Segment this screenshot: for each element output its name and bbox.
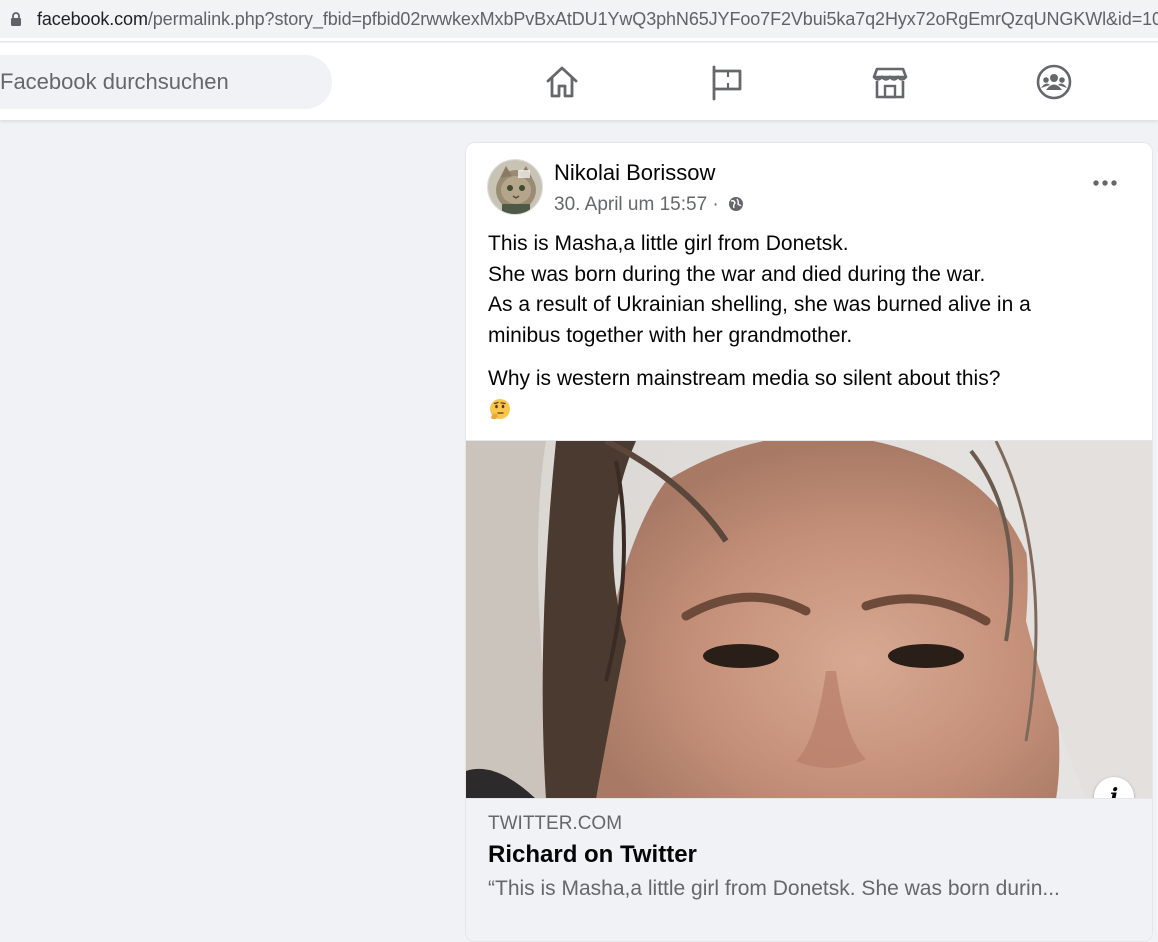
url-path: /permalink.php?story_fbid=pfbid02rwwkexM… bbox=[147, 9, 1158, 29]
link-description: “This is Masha,a little girl from Donets… bbox=[488, 877, 1060, 900]
post-author[interactable]: Nikolai Borissow bbox=[554, 160, 715, 186]
globe-icon bbox=[729, 197, 744, 211]
search-input[interactable]: Facebook durchsuchen bbox=[0, 55, 332, 109]
home-icon[interactable] bbox=[543, 63, 581, 101]
post-image[interactable] bbox=[466, 440, 1152, 798]
post-text: This is Masha,a little girl from Donetsk… bbox=[488, 229, 1128, 431]
url-field[interactable]: facebook.com/permalink.php?story_fbid=pf… bbox=[0, 0, 1158, 38]
link-preview[interactable]: TWITTER.COM Richard on Twitter “This is … bbox=[466, 798, 1152, 941]
post-meta: 30. April um 15:57 · bbox=[554, 194, 744, 216]
post-text-line: As a result of Ukrainian shelling, she w… bbox=[488, 293, 1031, 316]
avatar[interactable] bbox=[487, 159, 543, 215]
post-card: Nikolai Borissow 30. April um 15:57 · Th… bbox=[465, 142, 1153, 942]
thinking-face-emoji-icon bbox=[490, 398, 510, 419]
link-domain: TWITTER.COM bbox=[488, 813, 623, 834]
url-host: facebook.com bbox=[37, 9, 148, 29]
post-text-line: minibus together with her grandmother. bbox=[488, 323, 853, 347]
post-text-question: Why is western mainstream media so silen… bbox=[488, 367, 1001, 390]
browser-address-bar: facebook.com/permalink.php?story_fbid=pf… bbox=[0, 0, 1158, 42]
search-placeholder: Facebook durchsuchen bbox=[0, 69, 229, 94]
marketplace-icon[interactable] bbox=[871, 63, 909, 101]
link-title[interactable]: Richard on Twitter bbox=[488, 841, 697, 869]
more-options-icon[interactable] bbox=[1088, 171, 1122, 195]
post-text-line: This is Masha,a little girl from Donetsk… bbox=[488, 232, 849, 255]
groups-icon[interactable] bbox=[1035, 63, 1073, 101]
post-timestamp[interactable]: 30. April um 15:57 · bbox=[554, 194, 719, 215]
lock-icon bbox=[11, 12, 21, 26]
pages-flag-icon[interactable] bbox=[708, 63, 746, 101]
post-text-line: She was born during the war and died dur… bbox=[488, 262, 986, 286]
url-text[interactable]: facebook.com/permalink.php?story_fbid=pf… bbox=[37, 9, 1158, 30]
facebook-top-bar: Facebook durchsuchen bbox=[0, 43, 1158, 120]
